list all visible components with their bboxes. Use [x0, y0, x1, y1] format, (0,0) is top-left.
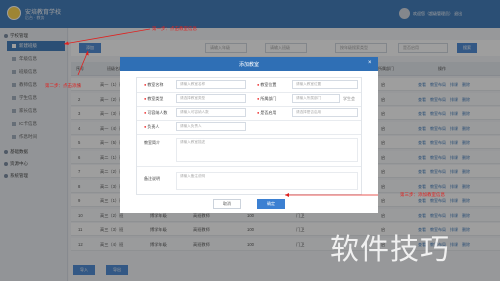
annotation-step2: 第二步：点击添加: [45, 83, 81, 88]
watermark: 软件技巧: [330, 232, 451, 266]
arrow-step1: [63, 28, 151, 45]
annotation-step3: 第三步：添加教室信息: [400, 192, 445, 197]
arrowhead-step1: [64, 41, 69, 45]
arrowhead-step3: [285, 193, 289, 197]
annotation-step1: 第一步：点击教室信息: [152, 26, 197, 31]
